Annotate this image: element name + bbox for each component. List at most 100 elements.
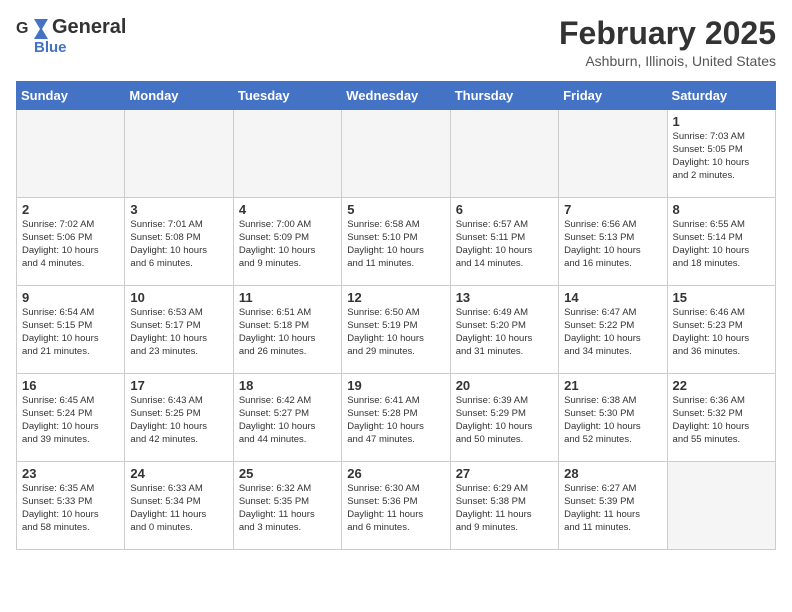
- day-number: 26: [347, 466, 444, 481]
- day-info: Sunrise: 6:58 AM Sunset: 5:10 PM Dayligh…: [347, 219, 444, 270]
- day-info: Sunrise: 6:50 AM Sunset: 5:19 PM Dayligh…: [347, 307, 444, 358]
- calendar-week-4: 16Sunrise: 6:45 AM Sunset: 5:24 PM Dayli…: [17, 374, 776, 462]
- calendar-cell: [342, 110, 450, 198]
- weekday-header-monday: Monday: [125, 82, 233, 110]
- weekday-header-sunday: Sunday: [17, 82, 125, 110]
- day-number: 3: [130, 202, 227, 217]
- calendar-cell: 26 Sunrise: 6:30 AM Sunset: 5:36 PM Dayli…: [342, 462, 450, 550]
- day-number: 28: [564, 466, 661, 481]
- day-number: 8: [673, 202, 770, 217]
- day-number: 17: [130, 378, 227, 393]
- calendar: SundayMondayTuesdayWednesdayThursdayFrid…: [16, 81, 776, 550]
- calendar-cell: 12 Sunrise: 6:50 AM Sunset: 5:19 PM Dayli…: [342, 286, 450, 374]
- day-info: Sunrise: 6:42 AM Sunset: 5:27 PM Dayligh…: [239, 395, 336, 446]
- day-info: Sunrise: 6:27 AM Sunset: 5:39 PM Dayligh…: [564, 483, 661, 534]
- day-info: Sunrise: 6:54 AM Sunset: 5:15 PM Dayligh…: [22, 307, 119, 358]
- day-info: Sunrise: 6:30 AM Sunset: 5:36 PM Dayligh…: [347, 483, 444, 534]
- day-info: Sunrise: 6:35 AM Sunset: 5:33 PM Dayligh…: [22, 483, 119, 534]
- day-number: 22: [673, 378, 770, 393]
- calendar-cell: 24 Sunrise: 6:33 AM Sunset: 5:34 PM Dayli…: [125, 462, 233, 550]
- day-info: Sunrise: 6:57 AM Sunset: 5:11 PM Dayligh…: [456, 219, 553, 270]
- weekday-header-thursday: Thursday: [450, 82, 558, 110]
- calendar-week-3: 9 Sunrise: 6:54 AM Sunset: 5:15 PM Daylig…: [17, 286, 776, 374]
- calendar-cell: 4 Sunrise: 7:00 AM Sunset: 5:09 PM Daylig…: [233, 198, 341, 286]
- month-title: February 2025: [559, 16, 776, 51]
- calendar-cell: 2 Sunrise: 7:02 AM Sunset: 5:06 PM Daylig…: [17, 198, 125, 286]
- calendar-cell: 9 Sunrise: 6:54 AM Sunset: 5:15 PM Daylig…: [17, 286, 125, 374]
- title-block: February 2025 Ashburn, Illinois, United …: [559, 16, 776, 69]
- day-number: 7: [564, 202, 661, 217]
- logo: G General Blue: [16, 16, 126, 56]
- calendar-cell: 16Sunrise: 6:45 AM Sunset: 5:24 PM Dayli…: [17, 374, 125, 462]
- calendar-cell: 19Sunrise: 6:41 AM Sunset: 5:28 PM Dayli…: [342, 374, 450, 462]
- day-number: 21: [564, 378, 661, 393]
- day-number: 25: [239, 466, 336, 481]
- day-number: 27: [456, 466, 553, 481]
- calendar-cell: 27 Sunrise: 6:29 AM Sunset: 5:38 PM Dayli…: [450, 462, 558, 550]
- day-info: Sunrise: 6:51 AM Sunset: 5:18 PM Dayligh…: [239, 307, 336, 358]
- calendar-cell: 3 Sunrise: 7:01 AM Sunset: 5:08 PM Daylig…: [125, 198, 233, 286]
- logo-icon: G: [16, 17, 48, 39]
- calendar-cell: 21 Sunrise: 6:38 AM Sunset: 5:30 PM Dayli…: [559, 374, 667, 462]
- calendar-cell: 10Sunrise: 6:53 AM Sunset: 5:17 PM Dayli…: [125, 286, 233, 374]
- calendar-cell: 17 Sunrise: 6:43 AM Sunset: 5:25 PM Dayli…: [125, 374, 233, 462]
- logo-blue: Blue: [34, 39, 67, 56]
- day-info: Sunrise: 6:39 AM Sunset: 5:29 PM Dayligh…: [456, 395, 553, 446]
- day-number: 16: [22, 378, 119, 393]
- day-info: Sunrise: 6:43 AM Sunset: 5:25 PM Dayligh…: [130, 395, 227, 446]
- calendar-cell: 25 Sunrise: 6:32 AM Sunset: 5:35 PM Dayli…: [233, 462, 341, 550]
- svg-text:G: G: [16, 20, 28, 37]
- day-info: Sunrise: 6:36 AM Sunset: 5:32 PM Dayligh…: [673, 395, 770, 446]
- day-info: Sunrise: 6:29 AM Sunset: 5:38 PM Dayligh…: [456, 483, 553, 534]
- calendar-cell: 5Sunrise: 6:58 AM Sunset: 5:10 PM Daylig…: [342, 198, 450, 286]
- day-info: Sunrise: 6:55 AM Sunset: 5:14 PM Dayligh…: [673, 219, 770, 270]
- day-info: Sunrise: 6:53 AM Sunset: 5:17 PM Dayligh…: [130, 307, 227, 358]
- day-number: 1: [673, 114, 770, 129]
- weekday-header-saturday: Saturday: [667, 82, 775, 110]
- day-number: 13: [456, 290, 553, 305]
- calendar-cell: 8 Sunrise: 6:55 AM Sunset: 5:14 PM Daylig…: [667, 198, 775, 286]
- calendar-cell: [233, 110, 341, 198]
- day-info: Sunrise: 6:32 AM Sunset: 5:35 PM Dayligh…: [239, 483, 336, 534]
- day-info: Sunrise: 6:41 AM Sunset: 5:28 PM Dayligh…: [347, 395, 444, 446]
- day-number: 12: [347, 290, 444, 305]
- calendar-week-1: 1 Sunrise: 7:03 AM Sunset: 5:05 PM Daylig…: [17, 110, 776, 198]
- calendar-week-2: 2 Sunrise: 7:02 AM Sunset: 5:06 PM Daylig…: [17, 198, 776, 286]
- day-number: 18: [239, 378, 336, 393]
- day-number: 15: [673, 290, 770, 305]
- calendar-cell: 13 Sunrise: 6:49 AM Sunset: 5:20 PM Dayli…: [450, 286, 558, 374]
- day-info: Sunrise: 6:49 AM Sunset: 5:20 PM Dayligh…: [456, 307, 553, 358]
- day-info: Sunrise: 7:01 AM Sunset: 5:08 PM Dayligh…: [130, 219, 227, 270]
- day-info: Sunrise: 6:47 AM Sunset: 5:22 PM Dayligh…: [564, 307, 661, 358]
- calendar-cell: 11 Sunrise: 6:51 AM Sunset: 5:18 PM Dayli…: [233, 286, 341, 374]
- calendar-cell: 6 Sunrise: 6:57 AM Sunset: 5:11 PM Daylig…: [450, 198, 558, 286]
- calendar-cell: [450, 110, 558, 198]
- day-info: Sunrise: 6:38 AM Sunset: 5:30 PM Dayligh…: [564, 395, 661, 446]
- day-number: 20: [456, 378, 553, 393]
- calendar-cell: 18 Sunrise: 6:42 AM Sunset: 5:27 PM Dayli…: [233, 374, 341, 462]
- day-info: Sunrise: 6:33 AM Sunset: 5:34 PM Dayligh…: [130, 483, 227, 534]
- calendar-cell: [667, 462, 775, 550]
- day-info: Sunrise: 7:02 AM Sunset: 5:06 PM Dayligh…: [22, 219, 119, 270]
- day-info: Sunrise: 6:56 AM Sunset: 5:13 PM Dayligh…: [564, 219, 661, 270]
- calendar-cell: [559, 110, 667, 198]
- day-info: Sunrise: 7:03 AM Sunset: 5:05 PM Dayligh…: [673, 131, 770, 182]
- weekday-header-row: SundayMondayTuesdayWednesdayThursdayFrid…: [17, 82, 776, 110]
- calendar-cell: 14Sunrise: 6:47 AM Sunset: 5:22 PM Dayli…: [559, 286, 667, 374]
- day-info: Sunrise: 7:00 AM Sunset: 5:09 PM Dayligh…: [239, 219, 336, 270]
- calendar-cell: 22 Sunrise: 6:36 AM Sunset: 5:32 PM Dayli…: [667, 374, 775, 462]
- calendar-cell: [17, 110, 125, 198]
- weekday-header-tuesday: Tuesday: [233, 82, 341, 110]
- calendar-cell: 28 Sunrise: 6:27 AM Sunset: 5:39 PM Dayli…: [559, 462, 667, 550]
- day-number: 24: [130, 466, 227, 481]
- calendar-cell: 23 Sunrise: 6:35 AM Sunset: 5:33 PM Dayli…: [17, 462, 125, 550]
- day-number: 23: [22, 466, 119, 481]
- day-number: 9: [22, 290, 119, 305]
- day-number: 11: [239, 290, 336, 305]
- location: Ashburn, Illinois, United States: [559, 53, 776, 69]
- day-number: 2: [22, 202, 119, 217]
- calendar-cell: 15Sunrise: 6:46 AM Sunset: 5:23 PM Dayli…: [667, 286, 775, 374]
- day-number: 4: [239, 202, 336, 217]
- logo-text: G General: [16, 16, 126, 39]
- day-number: 6: [456, 202, 553, 217]
